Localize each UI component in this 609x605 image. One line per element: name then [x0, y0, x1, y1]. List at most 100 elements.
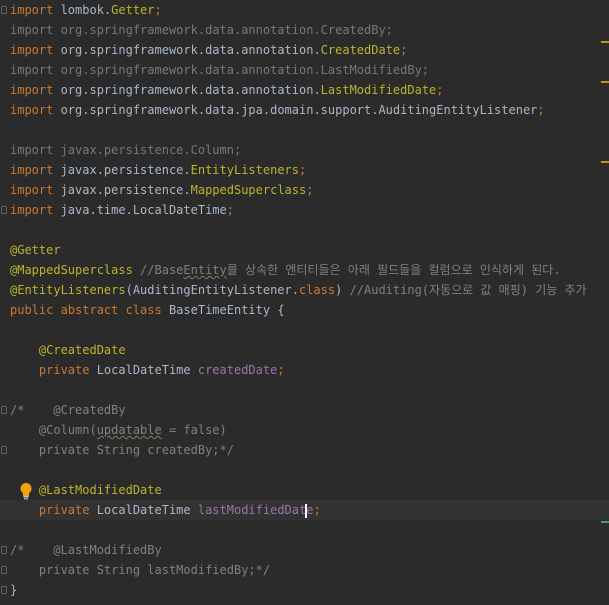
code-token: lombok. — [60, 3, 112, 17]
code-line[interactable]: @Column(updatable = false) — [10, 420, 609, 440]
code-line[interactable] — [10, 520, 609, 540]
code-token: org.springframework.data.annotation. — [60, 83, 321, 97]
code-token: private String createdBy;*/ — [10, 443, 234, 457]
code-token: 를 상속한 엔티티들은 아래 필드들을 컬럼으로 인식하게 된다. — [226, 263, 561, 277]
info-stripe-marker[interactable] — [601, 521, 609, 523]
fold-marker-icon[interactable] — [1, 446, 7, 454]
code-token: BaseTimeEntity { — [168, 303, 285, 317]
code-token: import — [10, 3, 61, 17]
code-line[interactable]: import javax.persistence.MappedSuperclas… — [10, 180, 609, 200]
code-token: org.springframework.data.annotation. — [60, 43, 321, 57]
code-token: @LastModifiedDate — [38, 483, 162, 497]
code-token: ; — [537, 103, 545, 117]
code-line[interactable]: import lombok.Getter; — [10, 0, 609, 20]
code-token: ; — [299, 163, 307, 177]
code-token: import — [10, 203, 61, 217]
code-line[interactable]: @CreatedDate — [10, 340, 609, 360]
code-token: @MappedSuperclass — [10, 263, 141, 277]
code-token: LocalDateTime — [96, 503, 198, 517]
code-token: public abstract class — [10, 303, 169, 317]
code-token: import — [10, 103, 61, 117]
code-token: @Getter — [10, 243, 61, 257]
code-line[interactable]: @EntityListeners(AuditingEntityListener.… — [10, 280, 609, 300]
code-line[interactable]: /* @LastModifiedBy — [10, 540, 609, 560]
code-line[interactable] — [10, 380, 609, 400]
code-line[interactable]: private String lastModifiedBy;*/ — [10, 560, 609, 580]
code-line[interactable] — [10, 120, 609, 140]
code-token: import javax.persistence.Column; — [10, 143, 242, 157]
code-line[interactable]: public abstract class BaseTimeEntity { — [10, 300, 609, 320]
code-line[interactable]: import org.springframework.data.annotati… — [10, 20, 609, 40]
warning-stripe-marker[interactable] — [601, 161, 609, 163]
code-token: = false) — [161, 423, 227, 437]
code-line[interactable]: } — [10, 580, 609, 600]
code-token: ; — [226, 203, 234, 217]
code-token: //Base — [140, 263, 184, 277]
code-token: import org.springframework.data.annotati… — [10, 23, 393, 37]
code-token: MappedSuperclass — [190, 183, 307, 197]
code-line[interactable] — [10, 220, 609, 240]
code-line[interactable] — [10, 460, 609, 480]
code-token: LastModifiedDate — [320, 83, 437, 97]
code-token: import — [10, 43, 61, 57]
code-token: javax.persistence. — [60, 183, 191, 197]
code-line[interactable]: @MappedSuperclass //BaseEntity를 상속한 엔티티들… — [10, 260, 609, 280]
code-token: org.springframework.data.jpa.domain.supp… — [60, 103, 538, 117]
code-token: @EntityListeners — [10, 283, 126, 297]
code-token: ; — [306, 183, 314, 197]
fold-marker-icon[interactable] — [1, 566, 7, 574]
code-token: import — [10, 183, 61, 197]
code-token: /* @LastModifiedBy — [10, 543, 162, 557]
code-line[interactable] — [10, 320, 609, 340]
code-line[interactable]: import org.springframework.data.annotati… — [10, 40, 609, 60]
code-token: createdDate — [197, 363, 278, 377]
code-token: LocalDateTime — [96, 363, 198, 377]
fold-marker-icon[interactable] — [1, 6, 7, 14]
code-token: ; — [436, 83, 444, 97]
code-token: @CreatedDate — [38, 343, 126, 357]
code-token: java.time.LocalDateTime — [60, 203, 227, 217]
code-token: updatable — [96, 423, 162, 437]
code-line[interactable]: import org.springframework.data.annotati… — [10, 80, 609, 100]
code-line[interactable]: @Getter — [10, 240, 609, 260]
code-token: private — [38, 503, 97, 517]
code-token: //Auditing(자동으로 값 매핑) 기능 추가 — [349, 283, 587, 297]
code-token: javax.persistence. — [60, 163, 191, 177]
code-line[interactable]: @LastModifiedDate — [10, 480, 609, 500]
fold-marker-icon[interactable] — [1, 546, 7, 554]
code-token: ; — [313, 503, 321, 517]
code-line[interactable]: import javax.persistence.Column; — [10, 140, 609, 160]
code-token: Getter — [111, 3, 155, 17]
code-line-current[interactable]: private LocalDateTime lastModifiedDate; — [0, 500, 609, 520]
code-line[interactable]: import org.springframework.data.jpa.doma… — [10, 100, 609, 120]
code-editor[interactable]: import lombok.Getter; import org.springfr… — [0, 0, 609, 605]
code-token: import — [10, 163, 61, 177]
code-line[interactable]: private String createdBy;*/ — [10, 440, 609, 460]
code-token: ; — [154, 3, 162, 17]
fold-marker-icon[interactable] — [1, 586, 7, 594]
code-line[interactable]: /* @CreatedBy — [10, 400, 609, 420]
code-token: ; — [277, 363, 285, 377]
code-token: } — [10, 583, 18, 597]
code-token: /* @CreatedBy — [10, 403, 126, 417]
code-token: Entity — [183, 263, 227, 277]
code-line[interactable]: import javax.persistence.EntityListeners… — [10, 160, 609, 180]
code-token: ) — [335, 283, 350, 297]
code-line[interactable]: private LocalDateTime createdDate; — [10, 360, 609, 380]
code-token: lastModifiedDat — [197, 503, 307, 517]
fold-marker-icon[interactable] — [1, 206, 7, 214]
code-line[interactable]: import org.springframework.data.annotati… — [10, 60, 609, 80]
code-token: EntityListeners — [190, 163, 299, 177]
warning-stripe-marker[interactable] — [601, 81, 609, 83]
code-line[interactable]: import java.time.LocalDateTime; — [10, 200, 609, 220]
code-token: ; — [400, 43, 408, 57]
fold-marker-icon[interactable] — [1, 406, 7, 414]
lightbulb-icon[interactable] — [19, 482, 33, 500]
code-token: private — [38, 363, 97, 377]
code-token: class — [298, 283, 336, 297]
code-token: private String lastModifiedBy;*/ — [10, 563, 271, 577]
warning-stripe-marker[interactable] — [601, 41, 609, 43]
